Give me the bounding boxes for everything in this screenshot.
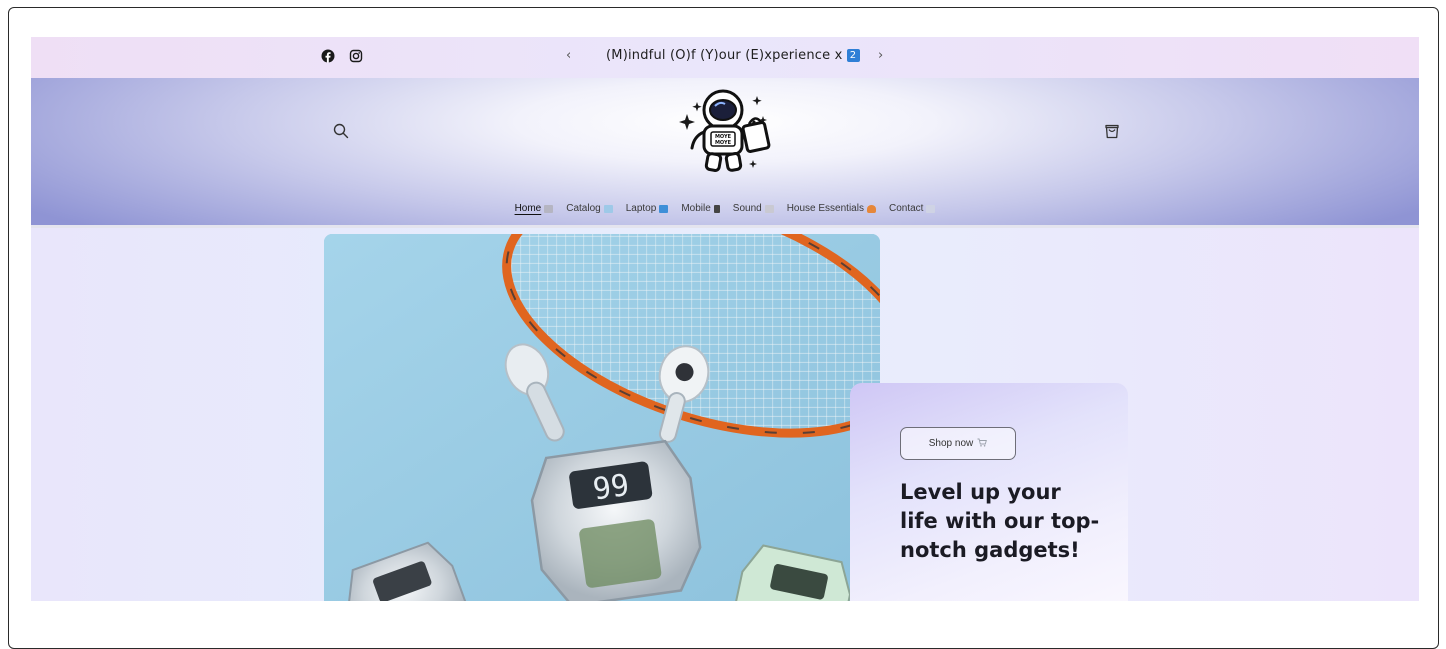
hero-image-earbuds: 99	[324, 234, 880, 601]
nav-item-laptop[interactable]: Laptop	[626, 203, 669, 214]
shop-now-button[interactable]: Shop now	[900, 427, 1016, 460]
case-display-readout: 99	[591, 468, 632, 508]
speaker-emoji-icon	[764, 204, 774, 213]
main-nav: Home Catalog Laptop Mobile Sound House E…	[31, 203, 1419, 214]
mobile-emoji-icon	[713, 204, 720, 213]
hero-heading: Level up your life with our top-notch ga…	[900, 480, 1100, 562]
nav-item-contact[interactable]: Contact	[888, 203, 936, 214]
storefront: ‹ (M)indful (O)f (Y)our (E)xperience x2 …	[31, 37, 1419, 601]
site-header: MOYE MOYE Home Catalog Laptop Mobile Sou…	[31, 78, 1419, 225]
cart-icon[interactable]	[1103, 122, 1121, 140]
nav-item-sound[interactable]: Sound	[733, 203, 774, 214]
house-emoji-icon	[866, 204, 876, 213]
instagram-icon[interactable]	[349, 49, 363, 63]
announcement-badge: 2	[846, 49, 860, 62]
search-icon[interactable]	[332, 122, 350, 140]
hero-promo-card: Shop now Level up your life with our top…	[850, 383, 1128, 601]
nav-label-mobile: Mobile	[681, 203, 711, 214]
store-logo[interactable]: MOYE MOYE	[671, 82, 781, 178]
shop-now-label: Shop now	[928, 438, 974, 449]
nav-label-contact: Contact	[888, 203, 924, 214]
book-emoji-icon	[603, 204, 613, 213]
announcement-message: (M)indful (O)f (Y)our (E)xperience x2	[606, 48, 860, 63]
announcement-next-button[interactable]: ›	[878, 48, 883, 63]
header-divider	[31, 225, 1419, 228]
logo-text-bottom: MOYE	[715, 140, 732, 146]
nav-label-home: Home	[514, 203, 542, 214]
nav-label-house-essentials: House Essentials	[786, 203, 864, 214]
nav-label-laptop: Laptop	[625, 203, 657, 214]
nav-item-house-essentials[interactable]: House Essentials	[787, 203, 876, 214]
nav-label-sound: Sound	[732, 203, 762, 214]
announcement-bar: ‹ (M)indful (O)f (Y)our (E)xperience x2 …	[31, 37, 1419, 78]
announcement-prev-button[interactable]: ‹	[566, 48, 571, 63]
nav-item-mobile[interactable]: Mobile	[681, 203, 720, 214]
nav-item-home[interactable]: Home	[515, 203, 554, 214]
home-emoji-icon	[544, 204, 554, 213]
facebook-icon[interactable]	[321, 49, 335, 63]
mail-emoji-icon	[926, 204, 936, 213]
nav-item-catalog[interactable]: Catalog	[566, 203, 613, 214]
social-links	[321, 49, 363, 63]
shopping-cart-emoji-icon	[977, 438, 988, 450]
nav-label-catalog: Catalog	[566, 203, 601, 214]
laptop-emoji-icon	[659, 204, 669, 213]
announcement-text: (M)indful (O)f (Y)our (E)xperience x	[606, 48, 843, 63]
